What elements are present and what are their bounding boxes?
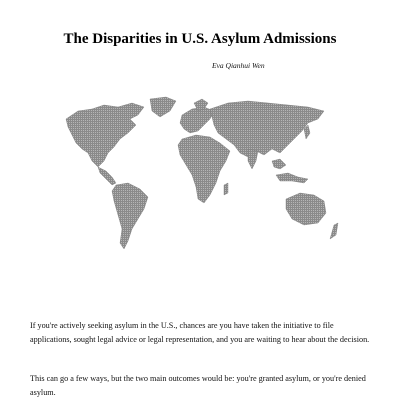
article-title: The Disparities in U.S. Asylum Admission… — [63, 31, 337, 47]
africa-shape — [177, 134, 231, 204]
outcomes-paragraph: This can go a few ways, but the two main… — [30, 374, 366, 397]
india-shape — [247, 148, 259, 170]
madagascar-shape — [223, 182, 229, 196]
australia-shape — [285, 192, 327, 226]
greenland-shape — [149, 96, 177, 118]
article-author: Eva Qianhui Wen — [212, 61, 265, 70]
intro-paragraph: If you're actively seeking asylum in the… — [30, 321, 370, 344]
world-map-graphic — [65, 96, 339, 250]
north-america-shape — [65, 102, 145, 168]
southeast-asia-shape — [271, 158, 287, 170]
south-america-shape — [111, 182, 149, 250]
new-zealand-shape — [329, 222, 339, 240]
indonesia-shape — [275, 172, 309, 184]
central-america-shape — [97, 166, 117, 186]
europe-shape — [179, 106, 215, 134]
world-map-icon — [58, 95, 348, 265]
